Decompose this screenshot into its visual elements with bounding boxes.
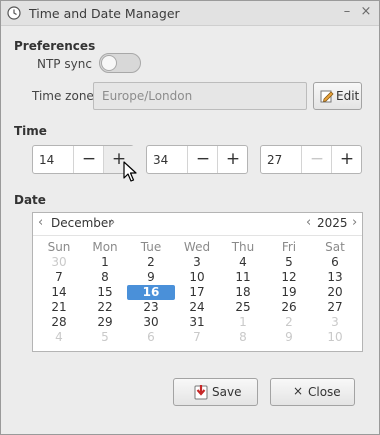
calendar-day[interactable]: 3 [177, 255, 217, 270]
hours-decrement-button[interactable]: − [73, 146, 104, 173]
calendar-day[interactable]: 9 [269, 330, 309, 345]
weekday-header: Sun [47, 240, 71, 254]
minimize-button[interactable]: – [339, 4, 355, 20]
calendar-day[interactable]: 23 [131, 300, 171, 315]
close-button[interactable]: × Close [270, 378, 355, 406]
calendar-day[interactable]: 8 [85, 270, 125, 285]
next-month-button[interactable]: › [110, 215, 115, 230]
ntp-sync-toggle[interactable] [99, 53, 141, 73]
prev-year-button[interactable]: ‹ [306, 215, 311, 230]
save-icon [194, 385, 208, 400]
calendar-day[interactable]: 4 [39, 330, 79, 345]
calendar-day[interactable]: 11 [223, 270, 263, 285]
calendar-day[interactable]: 15 [85, 285, 125, 300]
timezone-label: Time zone [32, 89, 94, 103]
calendar-day[interactable]: 9 [131, 270, 171, 285]
hours-spinner[interactable]: 14 − + [32, 145, 134, 174]
calendar-header: ‹ December › ‹ 2025 › [33, 213, 362, 236]
minutes-spinner[interactable]: 34 − + [146, 145, 248, 174]
calendar-day[interactable]: 7 [39, 270, 79, 285]
calendar-day[interactable]: 4 [223, 255, 263, 270]
seconds-value[interactable]: 27 [267, 153, 282, 167]
weekday-header: Sat [325, 240, 345, 254]
ntp-sync-label: NTP sync [37, 57, 92, 71]
year-label: 2025 [317, 216, 348, 230]
time-date-window: Time and Date Manager – × Preferences NT… [0, 0, 380, 435]
hours-value[interactable]: 14 [39, 153, 54, 167]
seconds-decrement-button[interactable]: − [301, 146, 332, 173]
weekday-header: Fri [281, 240, 297, 254]
weekday-header: Tue [140, 240, 162, 254]
weekday-header: Wed [183, 240, 211, 254]
clock-icon [7, 6, 21, 20]
calendar-day[interactable]: 13 [315, 270, 355, 285]
calendar-day[interactable]: 28 [39, 315, 79, 330]
save-label: Save [212, 385, 242, 399]
calendar-day[interactable]: 14 [39, 285, 79, 300]
titlebar: Time and Date Manager – × [1, 1, 379, 26]
time-heading: Time [14, 124, 47, 138]
calendar-day[interactable]: 6 [131, 330, 171, 345]
close-window-button[interactable]: × [358, 4, 374, 20]
calendar-day[interactable]: 30 [39, 255, 79, 270]
month-label: December [51, 216, 114, 230]
close-label: Close [308, 385, 341, 399]
calendar-day[interactable]: 20 [315, 285, 355, 300]
calendar-day[interactable]: 2 [269, 315, 309, 330]
calendar-day[interactable]: 12 [269, 270, 309, 285]
weekday-header: Thu [231, 240, 255, 254]
calendar-day[interactable]: 24 [177, 300, 217, 315]
minutes-increment-button[interactable]: + [217, 146, 248, 173]
calendar[interactable]: ‹ December › ‹ 2025 › Sun Mon Tue Wed Thu Fri… [32, 212, 363, 352]
calendar-day[interactable]: 29 [85, 315, 125, 330]
calendar-day[interactable]: 19 [269, 285, 309, 300]
preferences-heading: Preferences [14, 39, 96, 53]
calendar-day[interactable]: 26 [269, 300, 309, 315]
calendar-day[interactable]: 17 [177, 285, 217, 300]
calendar-day[interactable]: 5 [269, 255, 309, 270]
minutes-decrement-button[interactable]: − [187, 146, 218, 173]
calendar-day[interactable]: 7 [177, 330, 217, 345]
weekday-header: Mon [92, 240, 118, 254]
calendar-day-selected[interactable]: 16 [127, 285, 175, 300]
calendar-day[interactable]: 22 [85, 300, 125, 315]
timezone-field: Europe/London [93, 82, 307, 110]
toggle-knob [101, 55, 117, 71]
calendar-day[interactable]: 1 [85, 255, 125, 270]
calendar-day[interactable]: 10 [315, 330, 355, 345]
edit-icon [320, 90, 334, 103]
calendar-day[interactable]: 6 [315, 255, 355, 270]
calendar-day[interactable]: 31 [177, 315, 217, 330]
minutes-value[interactable]: 34 [153, 153, 168, 167]
calendar-day[interactable]: 2 [131, 255, 171, 270]
window-title: Time and Date Manager [29, 6, 180, 21]
calendar-day[interactable]: 21 [39, 300, 79, 315]
calendar-day[interactable]: 30 [131, 315, 171, 330]
seconds-spinner[interactable]: 27 − + [260, 145, 362, 174]
calendar-day[interactable]: 5 [85, 330, 125, 345]
calendar-day[interactable]: 8 [223, 330, 263, 345]
calendar-day[interactable]: 18 [223, 285, 263, 300]
date-heading: Date [14, 193, 46, 207]
mouse-cursor-icon [123, 161, 137, 182]
save-button[interactable]: Save [173, 378, 258, 406]
calendar-day[interactable]: 3 [315, 315, 355, 330]
calendar-day[interactable]: 27 [315, 300, 355, 315]
close-icon: × [293, 384, 304, 398]
seconds-increment-button[interactable]: + [331, 146, 362, 173]
next-year-button[interactable]: › [352, 215, 357, 230]
edit-timezone-button[interactable]: Edit [313, 82, 362, 110]
prev-month-button[interactable]: ‹ [38, 215, 43, 230]
calendar-day[interactable]: 25 [223, 300, 263, 315]
calendar-day[interactable]: 10 [177, 270, 217, 285]
calendar-day[interactable]: 1 [223, 315, 263, 330]
edit-label: Edit [336, 89, 360, 103]
